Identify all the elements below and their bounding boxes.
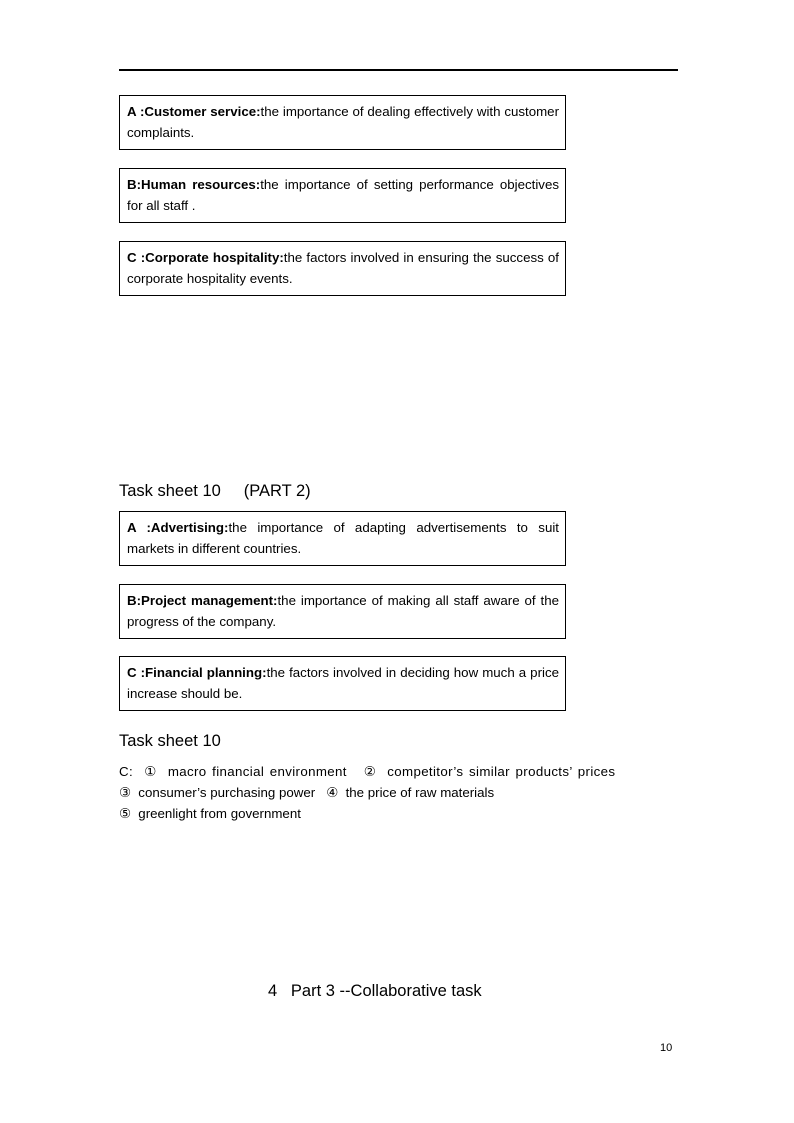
task-item-box: C :Financial planning:the factors involv…: [119, 656, 566, 711]
document-page: A :Customer service:the importance of de…: [0, 0, 794, 1123]
horizontal-rule-divider: [119, 69, 678, 71]
task-item-lead: B:Human resources:: [127, 177, 261, 192]
task-item-box: A :Customer service:the importance of de…: [119, 95, 566, 150]
section-heading-part2: Task sheet 10 (PART 2): [119, 482, 311, 500]
task-item-lead: A :Customer service:: [127, 104, 261, 119]
task-item-lead: B:Project management:: [127, 593, 278, 608]
task-item-box: B:Project management:the importance of m…: [119, 584, 566, 639]
section-heading-part3: 4 Part 3 --Collaborative task: [268, 982, 482, 1000]
section-heading-tasksheet: Task sheet 10: [119, 732, 221, 750]
page-number: 10: [660, 1042, 673, 1054]
task-item-lead: C :Corporate hospitality:: [127, 250, 284, 265]
answer-line: ⑤ greenlight from government: [119, 806, 301, 821]
task-item-lead: C :Financial planning:: [127, 665, 267, 680]
task-item-box: A :Advertising:the importance of adaptin…: [119, 511, 566, 566]
task-item-box: B:Human resources:the importance of sett…: [119, 168, 566, 223]
answer-line: C: ① macro financial environment ② compe…: [119, 764, 616, 779]
task-item-lead: A :Advertising:: [127, 520, 229, 535]
answer-line: ③ consumer’s purchasing power ④ the pric…: [119, 785, 495, 800]
task-item-box: C :Corporate hospitality:the factors inv…: [119, 241, 566, 296]
answers-list: C: ① macro financial environment ② compe…: [119, 761, 679, 824]
